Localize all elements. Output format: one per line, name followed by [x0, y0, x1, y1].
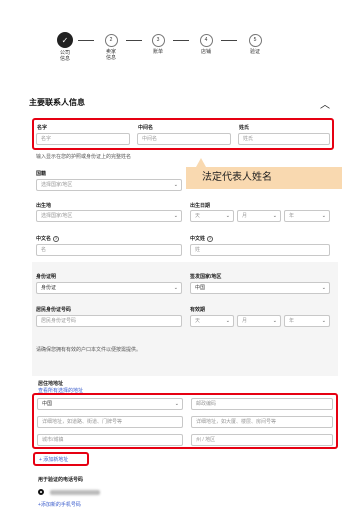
address-country-select[interactable]: 中国 ⌄ — [37, 398, 183, 410]
help-icon[interactable]: ? — [207, 236, 214, 242]
chevron-down-icon: ⌄ — [321, 285, 326, 291]
issuing-country-value: 中国 — [195, 285, 206, 291]
last-name-input[interactable]: 姓氏 — [238, 133, 330, 145]
chevron-up-icon[interactable]: ︿ — [320, 96, 330, 111]
middle-name-input[interactable]: 中间名 — [137, 133, 231, 145]
nationality-select[interactable]: 选择国家/地区 ⌄ — [36, 179, 182, 191]
year-placeholder: 年 — [289, 213, 295, 219]
birthdate-month-select[interactable]: 月 ⌄ — [237, 210, 281, 222]
step-number: 3 — [151, 34, 165, 47]
chevron-down-icon: ⌄ — [173, 285, 178, 291]
address-line2-input[interactable]: 详细地址，如大厦、楼层、房间号等 — [191, 416, 333, 428]
nationality-label: 国籍 — [36, 171, 47, 177]
birthdate-day-select[interactable]: 天 ⌄ — [190, 210, 234, 222]
birthplace-select[interactable]: 选择国家/地区 ⌄ — [36, 210, 182, 222]
help-icon[interactable]: ? — [53, 236, 60, 242]
add-address-link[interactable]: + 添加新地址 — [39, 456, 68, 463]
household-register-note: 请确保您拥有有效的户口本文件以便按需提供。 — [36, 347, 142, 353]
step-label: 公司 信息 — [59, 50, 70, 62]
expiry-month-select[interactable]: 月 ⌄ — [237, 315, 281, 327]
phone-verification-label: 用于验证的电话号码 — [38, 477, 84, 483]
last-name-label: 姓氏 — [239, 125, 250, 131]
issuing-country-label: 签发国家/地区 — [190, 274, 222, 280]
step-company-info[interactable]: ✓ 公司 信息 — [50, 32, 80, 62]
birthdate-year-select[interactable]: 年 ⌄ — [284, 210, 330, 222]
postal-code-input[interactable]: 邮政编码 — [191, 398, 333, 410]
step-label: 店铺 — [200, 49, 211, 55]
chevron-down-icon: ⌄ — [321, 318, 326, 324]
state-input[interactable]: 州 / 地区 — [191, 434, 333, 446]
name-hint: 输入显示在您的护照或身份证上的完整姓名 — [36, 154, 132, 160]
step-connector — [126, 40, 142, 41]
step-seller-info[interactable]: 2 卖家 信息 — [96, 34, 126, 61]
issuing-country-select[interactable]: 中国 ⌄ — [190, 282, 330, 294]
check-icon: ✓ — [57, 32, 73, 48]
chevron-down-icon: ⌄ — [321, 213, 326, 219]
step-number: 2 — [104, 34, 118, 47]
step-connector — [78, 40, 94, 41]
expiry-label: 有效期 — [190, 307, 206, 313]
chevron-down-icon: ⌄ — [225, 213, 230, 219]
first-name-label: 名字 — [37, 125, 48, 131]
step-label: 卖家 信息 — [105, 49, 116, 61]
middle-name-label: 中间名 — [138, 125, 154, 131]
chevron-down-icon: ⌄ — [272, 213, 277, 219]
city-input[interactable]: 城市/城镇 — [37, 434, 183, 446]
callout-legal-representative: 法定代表人姓名 — [186, 167, 342, 189]
address-country-value: 中国 — [42, 401, 53, 407]
progress-stepper: ✓ 公司 信息 2 卖家 信息 3 账单 4 店铺 5 验证 — [50, 32, 280, 66]
birthdate-label: 出生日期 — [190, 203, 211, 209]
birthplace-label: 出生地 — [36, 203, 52, 209]
chevron-down-icon: ⌄ — [173, 213, 178, 219]
id-number-label: 居民身份证号码 — [36, 307, 72, 313]
chevron-down-icon: ⌄ — [174, 401, 179, 407]
expiry-day-select[interactable]: 天 ⌄ — [190, 315, 234, 327]
address-line1-input[interactable]: 详细地址，如道路、街道、门牌号等 — [37, 416, 183, 428]
birthplace-placeholder: 选择国家/地区 — [41, 213, 73, 219]
chevron-down-icon: ⌄ — [272, 318, 277, 324]
id-number-input[interactable]: 居民身份证号码 — [36, 315, 182, 327]
step-connector — [173, 40, 189, 41]
chinese-last-name-label: 中文姓? — [190, 236, 214, 242]
chevron-down-icon: ⌄ — [173, 182, 178, 188]
id-type-value: 身份证 — [41, 285, 57, 291]
day-placeholder: 天 — [195, 318, 201, 324]
masked-phone-number — [50, 490, 100, 495]
callout-arrow — [196, 158, 206, 167]
step-connector — [221, 40, 237, 41]
first-name-input[interactable]: 名字 — [36, 133, 130, 145]
id-type-label: 身份证明 — [36, 274, 57, 280]
step-label: 账单 — [152, 49, 163, 55]
section-title: 主要联系人信息 — [29, 98, 85, 107]
step-billing[interactable]: 3 账单 — [143, 34, 173, 55]
month-placeholder: 月 — [242, 318, 248, 324]
year-placeholder: 年 — [289, 318, 295, 324]
add-phone-link[interactable]: +添加新的手机号码 — [38, 501, 81, 508]
step-store[interactable]: 4 店铺 — [191, 34, 221, 55]
chevron-down-icon: ⌄ — [225, 318, 230, 324]
id-type-select[interactable]: 身份证 ⌄ — [36, 282, 182, 294]
step-verification[interactable]: 5 验证 — [240, 34, 270, 55]
month-placeholder: 月 — [242, 213, 248, 219]
residential-address-label: 居住地地址 — [38, 381, 64, 387]
chinese-first-name-input[interactable]: 名 — [36, 244, 182, 256]
step-number: 4 — [199, 34, 213, 47]
chinese-first-name-label: 中文名? — [36, 236, 60, 242]
day-placeholder: 天 — [195, 213, 201, 219]
step-label: 验证 — [249, 49, 260, 55]
nationality-placeholder: 选择国家/地区 — [41, 182, 73, 188]
expiry-year-select[interactable]: 年 ⌄ — [284, 315, 330, 327]
step-number: 5 — [248, 34, 262, 47]
phone-radio[interactable] — [38, 489, 44, 495]
chinese-last-name-input[interactable]: 姓 — [190, 244, 330, 256]
